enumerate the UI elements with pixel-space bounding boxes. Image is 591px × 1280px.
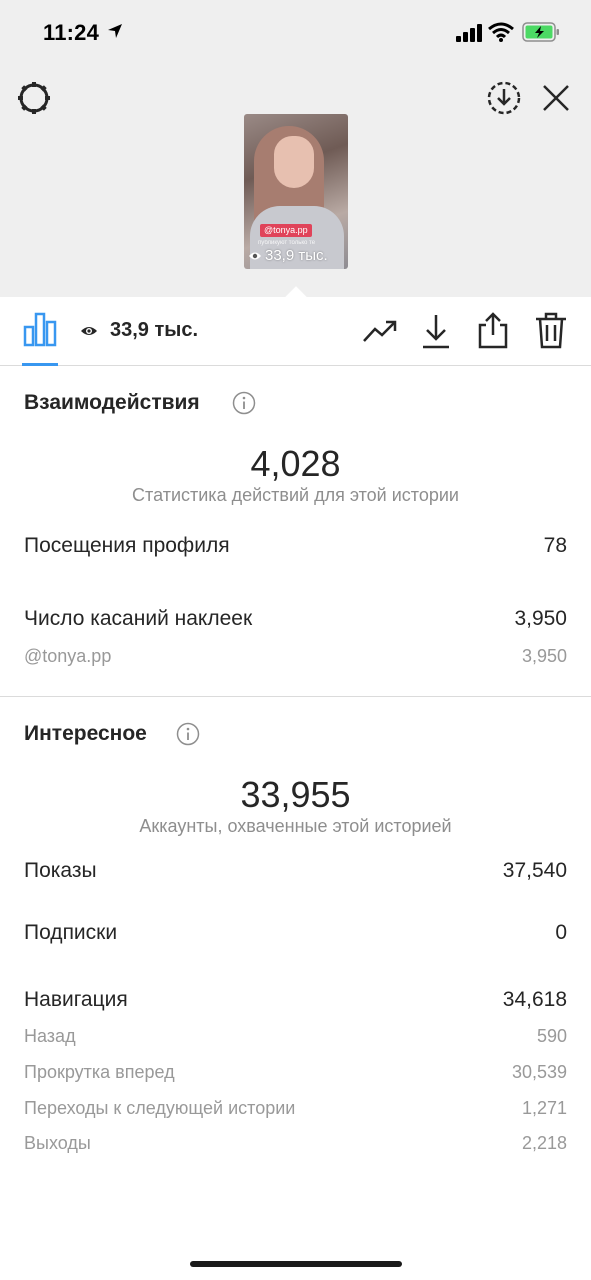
- forward-label: Прокрутка вперед: [24, 1062, 175, 1082]
- trending-up-icon[interactable]: [362, 317, 398, 345]
- navigation-value: 34,618: [502, 988, 567, 1011]
- home-indicator[interactable]: [190, 1261, 402, 1267]
- story-caption: публикуют только те: [258, 240, 316, 246]
- next-story-label: Переходы к следующей истории: [24, 1098, 296, 1118]
- navigation-label: Навигация: [24, 988, 128, 1011]
- location-arrow-icon: [108, 24, 122, 38]
- thumbnail-views: 33,9 тыс.: [248, 247, 328, 264]
- discovery-title: Интересное: [24, 722, 147, 745]
- forward-value: 30,539: [511, 1062, 567, 1082]
- thumbnail-views-count: 33,9 тыс.: [265, 247, 328, 264]
- sticker-mention-value: 3,950: [521, 646, 567, 666]
- info-icon[interactable]: [232, 391, 256, 415]
- profile-visits-label: Посещения профиля: [24, 534, 230, 557]
- status-bar: 11:24: [0, 0, 591, 62]
- interactions-caption: Статистика действий для этой истории: [132, 485, 459, 505]
- impressions-value: 37,540: [502, 859, 567, 882]
- insights-toolbar: 33,9 тыс.: [0, 297, 591, 366]
- sticker-taps-value: 3,950: [514, 607, 567, 630]
- signal-icon: [456, 24, 482, 42]
- interactions-total: 4,028: [250, 443, 341, 484]
- bar-chart-icon[interactable]: [22, 311, 58, 347]
- back-label: Назад: [24, 1026, 76, 1046]
- thumbnail-pointer: [284, 284, 310, 297]
- battery-icon: [522, 22, 559, 42]
- status-time: 11:24: [43, 20, 100, 45]
- eye-icon: [249, 252, 261, 259]
- download-circle-icon[interactable]: [486, 80, 522, 116]
- active-tab-indicator: [22, 363, 58, 366]
- exits-label: Выходы: [24, 1133, 91, 1153]
- next-story-value: 1,271: [521, 1098, 567, 1118]
- wifi-icon: [488, 22, 514, 42]
- profile-visits-value: 78: [543, 534, 567, 557]
- views-count: 33,9 тыс.: [110, 319, 199, 341]
- discovery-total: 33,955: [240, 774, 351, 815]
- back-value: 590: [536, 1026, 567, 1046]
- trash-icon[interactable]: [534, 311, 568, 349]
- share-icon[interactable]: [476, 311, 510, 349]
- thumbnail-face: [274, 136, 314, 188]
- eye-icon: [81, 327, 97, 335]
- info-icon[interactable]: [176, 722, 200, 746]
- interactions-title: Взаимодействия: [24, 391, 200, 414]
- discovery-caption: Аккаунты, охваченные этой историей: [139, 816, 452, 836]
- follows-label: Подписки: [24, 921, 118, 944]
- download-icon[interactable]: [420, 313, 452, 349]
- sticker-mention-label: @tonya.pp: [24, 646, 112, 666]
- mention-sticker: @tonya.pp: [260, 224, 312, 237]
- story-preview-area: @tonya.pp публикуют только те 33,9 тыс.: [0, 62, 591, 297]
- exits-value: 2,218: [521, 1133, 567, 1153]
- section-divider: [0, 696, 591, 697]
- close-icon[interactable]: [540, 82, 572, 114]
- story-thumbnail[interactable]: @tonya.pp публикуют только те 33,9 тыс.: [244, 114, 348, 269]
- gear-icon[interactable]: [16, 80, 52, 116]
- impressions-label: Показы: [24, 859, 97, 882]
- sticker-taps-label: Число касаний наклеек: [24, 607, 253, 630]
- follows-value: 0: [555, 921, 567, 944]
